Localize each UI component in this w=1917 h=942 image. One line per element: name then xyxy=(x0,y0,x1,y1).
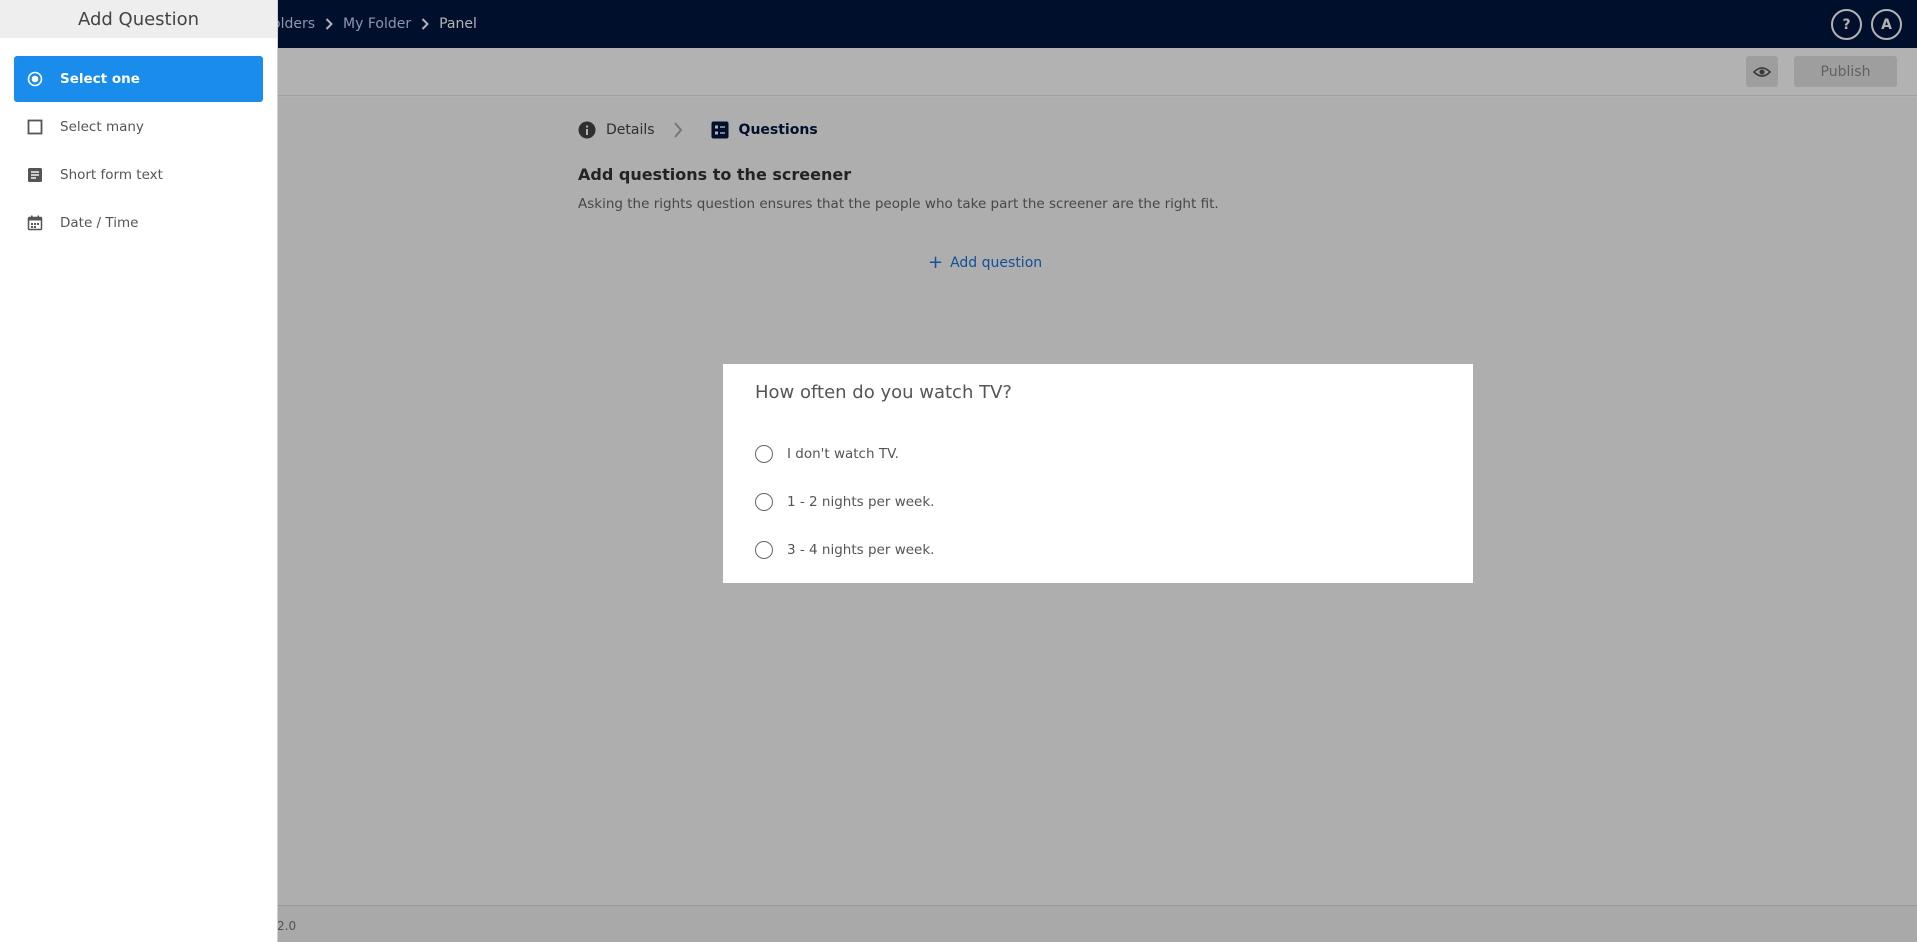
panel-title: Add Question xyxy=(0,0,277,38)
question-type-select-many[interactable]: Select many xyxy=(14,104,263,150)
preview-option[interactable]: 3 - 4 nights per week. xyxy=(755,541,934,559)
text-icon xyxy=(26,166,44,184)
question-type-label: Select many xyxy=(60,119,144,135)
question-preview-card: How often do you watch TV? I don't watch… xyxy=(723,364,1473,583)
radio-icon xyxy=(755,493,773,511)
checkbox-icon xyxy=(26,118,44,136)
radio-icon xyxy=(755,541,773,559)
preview-option-label: 1 - 2 nights per week. xyxy=(787,494,935,510)
radio-icon xyxy=(755,445,773,463)
question-type-list: Select one Select many Short form text D… xyxy=(0,38,277,246)
question-type-date-time[interactable]: Date / Time xyxy=(14,200,263,246)
add-question-panel: Add Question Select one Select many Shor… xyxy=(0,0,278,942)
radio-icon xyxy=(26,70,44,88)
preview-option[interactable]: I don't watch TV. xyxy=(755,445,899,463)
question-type-label: Short form text xyxy=(60,167,163,183)
question-type-select-one[interactable]: Select one xyxy=(14,56,263,102)
preview-question-title: How often do you watch TV? xyxy=(755,382,1012,403)
calendar-icon xyxy=(26,214,44,232)
question-type-short-form-text[interactable]: Short form text xyxy=(14,152,263,198)
preview-option-label: I don't watch TV. xyxy=(787,446,899,462)
question-type-label: Date / Time xyxy=(60,215,139,231)
preview-option-label: 3 - 4 nights per week. xyxy=(787,542,935,558)
preview-option[interactable]: 1 - 2 nights per week. xyxy=(755,493,934,511)
question-type-label: Select one xyxy=(60,71,140,87)
